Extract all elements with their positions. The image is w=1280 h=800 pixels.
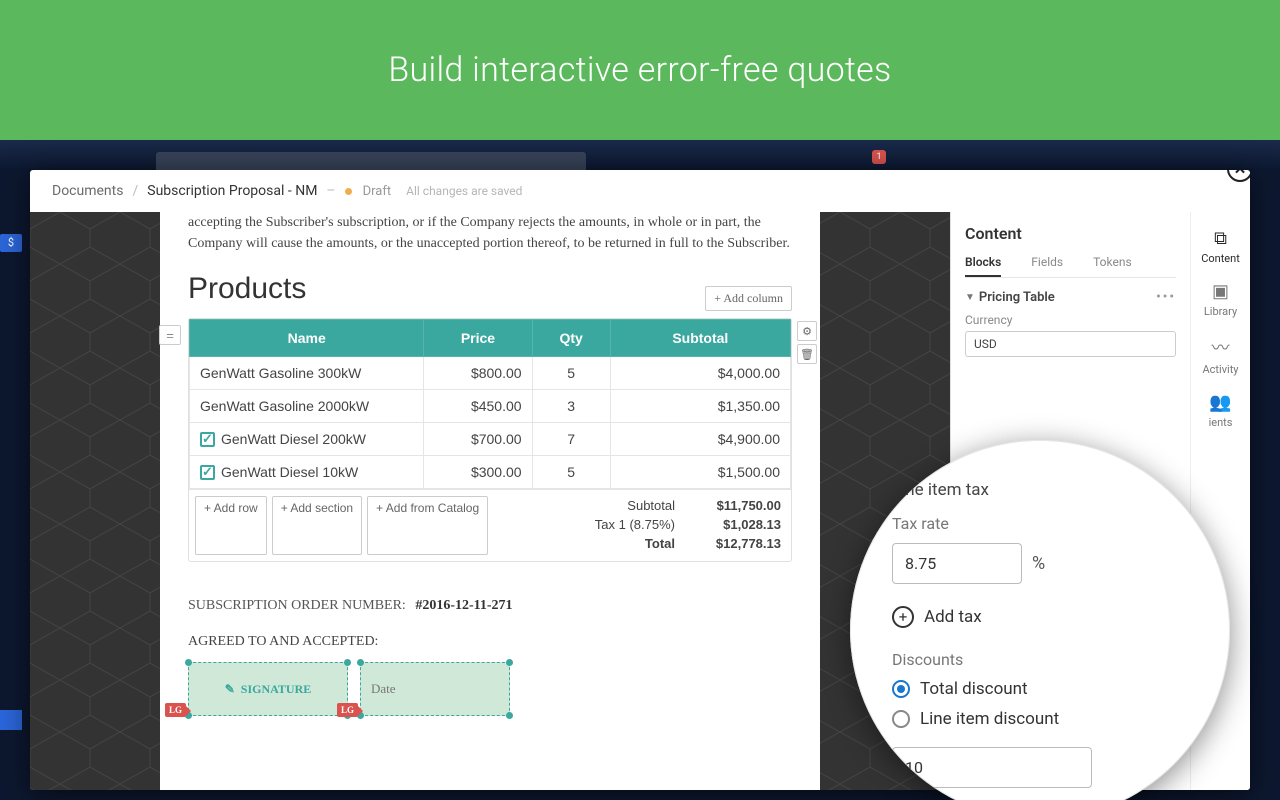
section-pricing-table[interactable]: ▼ Pricing Table ••• xyxy=(965,290,1176,305)
people-icon: 👥 xyxy=(1191,392,1251,413)
rail-content[interactable]: ⧉Content xyxy=(1191,220,1251,273)
col-qty[interactable]: Qty xyxy=(532,320,610,357)
left-sidebar-accent xyxy=(0,710,22,730)
table-row[interactable]: GenWatt Gasoline 300kW$800.005$4,000.00 xyxy=(190,357,791,390)
recipient-tag[interactable]: LG xyxy=(165,703,186,717)
col-price[interactable]: Price xyxy=(424,320,532,357)
breadcrumb-sep: / xyxy=(132,183,138,199)
radio-icon[interactable] xyxy=(892,680,910,698)
trash-icon[interactable]: 🗑 xyxy=(797,344,817,364)
rail-recipients[interactable]: 👥ients xyxy=(1191,384,1251,437)
agreed-line: AGREED TO AND ACCEPTED: xyxy=(188,634,792,650)
plus-circle-icon: + xyxy=(892,606,914,628)
col-name[interactable]: Name xyxy=(190,320,424,357)
totals-block: Subtotal$11,750.00 Tax 1 (8.75%)$1,028.1… xyxy=(585,496,781,553)
rail-activity[interactable]: 〰Activity xyxy=(1191,326,1251,384)
recipient-tag[interactable]: LG xyxy=(337,703,358,717)
pen-icon: ✎ xyxy=(225,682,235,697)
add-row-button[interactable]: + Add row xyxy=(195,496,267,555)
activity-icon: 〰 xyxy=(1191,334,1251,360)
table-tools: ⚙ 🗑 xyxy=(797,321,817,364)
table-row[interactable]: GenWatt Diesel 200kW$700.007$4,900.00 xyxy=(190,423,791,456)
percent-symbol: % xyxy=(1032,553,1045,574)
add-section-button[interactable]: + Add section xyxy=(272,496,362,555)
drag-handle-icon[interactable]: = xyxy=(159,325,181,345)
signature-row: ✎ SIGNATURE LG Date LG xyxy=(188,662,792,716)
add-from-catalog-button[interactable]: + Add from Catalog xyxy=(367,496,488,555)
checkbox-icon[interactable] xyxy=(200,465,215,480)
notification-badge[interactable]: 1 xyxy=(872,150,886,164)
currency-select[interactable]: USD xyxy=(965,331,1176,357)
promo-headline: Build interactive error-free quotes xyxy=(388,50,891,90)
products-table: Name Price Qty Subtotal GenWatt Gasoline… xyxy=(189,319,791,489)
table-row[interactable]: GenWatt Diesel 10kW$300.005$1,500.00 xyxy=(190,456,791,489)
products-heading: Products xyxy=(188,272,792,306)
save-status: All changes are saved xyxy=(406,184,522,198)
document-page[interactable]: accepting the Subscriber's subscription,… xyxy=(160,212,820,790)
tax-rate-input[interactable]: 8.75 xyxy=(892,543,1022,584)
tab-tokens[interactable]: Tokens xyxy=(1093,249,1132,277)
rail-library[interactable]: ▣Library xyxy=(1191,273,1251,326)
discounts-heading: Discounts xyxy=(892,650,1200,669)
status-dot-icon xyxy=(345,188,352,195)
content-icon: ⧉ xyxy=(1191,228,1251,249)
breadcrumb-current[interactable]: Subscription Proposal - NM xyxy=(147,183,317,199)
radio-total-discount[interactable]: Total discount xyxy=(892,679,1200,699)
add-tax-button[interactable]: + Add tax xyxy=(892,606,1200,628)
intro-paragraph: accepting the Subscriber's subscription,… xyxy=(188,212,792,254)
zoom-lens: Line item tax Tax rate 8.75 % + Add tax … xyxy=(850,440,1230,800)
gear-icon[interactable]: ⚙ xyxy=(797,321,817,341)
tax-rate-label: Tax rate xyxy=(892,514,1200,533)
chevron-down-icon: ▼ xyxy=(965,292,975,303)
app-backdrop: 1 $ ✕ Documents / Subscription Proposal … xyxy=(0,140,1280,800)
panel-tabs: Blocks Fields Tokens xyxy=(965,249,1176,278)
discount-value-input[interactable]: 10 xyxy=(892,747,1092,788)
library-icon: ▣ xyxy=(1191,281,1251,302)
add-column-button[interactable]: + Add column xyxy=(705,286,792,311)
pricing-icon[interactable]: $ xyxy=(0,234,22,252)
breadcrumb-root[interactable]: Documents xyxy=(52,183,123,199)
pricing-table[interactable]: = ⚙ 🗑 Name Price Qty Subtotal xyxy=(188,318,792,562)
line-item-tax-label: Line item tax xyxy=(892,480,1200,500)
currency-label: Currency xyxy=(965,313,1176,327)
radio-line-item-discount[interactable]: Line item discount xyxy=(892,709,1200,729)
col-subtotal[interactable]: Subtotal xyxy=(610,320,790,357)
date-block[interactable]: Date LG xyxy=(360,662,510,716)
document-status: Draft xyxy=(363,184,392,199)
radio-icon[interactable] xyxy=(892,710,910,728)
promo-banner: Build interactive error-free quotes xyxy=(0,0,1280,140)
tab-blocks[interactable]: Blocks xyxy=(965,249,1001,277)
order-number-line: SUBSCRIPTION ORDER NUMBER: #2016-12-11-2… xyxy=(188,598,792,614)
signature-block[interactable]: ✎ SIGNATURE LG xyxy=(188,662,348,716)
tab-fields[interactable]: Fields xyxy=(1031,249,1063,277)
checkbox-icon[interactable] xyxy=(200,432,215,447)
breadcrumb: Documents / Subscription Proposal - NM –… xyxy=(30,170,1250,212)
panel-title: Content xyxy=(965,224,1176,243)
canvas-stage[interactable]: accepting the Subscriber's subscription,… xyxy=(30,212,950,790)
table-row[interactable]: GenWatt Gasoline 2000kW$450.003$1,350.00 xyxy=(190,390,791,423)
more-icon[interactable]: ••• xyxy=(1156,290,1176,305)
